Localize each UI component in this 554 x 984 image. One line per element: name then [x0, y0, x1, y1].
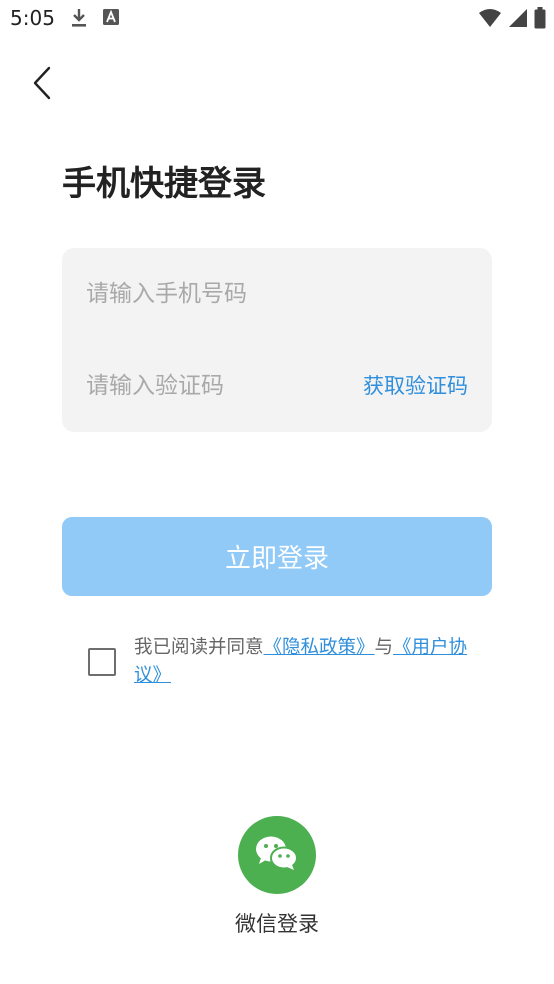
download-icon [70, 7, 88, 33]
back-button[interactable] [22, 62, 62, 108]
privacy-policy-link[interactable]: 《隐私政策》 [264, 637, 375, 658]
verification-code-input[interactable] [86, 363, 346, 409]
wechat-icon [254, 834, 300, 876]
agreement-prefix: 我已阅读并同意 [134, 637, 264, 658]
agreement-checkbox[interactable] [88, 648, 116, 676]
page-title: 手机快捷登录 [62, 164, 266, 204]
signal-icon [508, 8, 528, 32]
font-icon [102, 7, 120, 33]
wifi-icon [478, 8, 502, 32]
status-left-icons [70, 7, 120, 33]
battery-icon [534, 7, 546, 33]
agreement-connector: 与 [374, 637, 394, 658]
phone-input[interactable] [86, 271, 466, 317]
wechat-login-button[interactable] [238, 816, 316, 894]
get-code-button[interactable]: 获取验证码 [363, 363, 468, 409]
chevron-left-icon [31, 66, 53, 104]
login-form: 获取验证码 [62, 248, 492, 432]
status-right-icons [478, 7, 546, 33]
status-time: 5:05 [10, 6, 55, 30]
agreement-text: 我已阅读并同意《隐私政策》与《用户协议》 [134, 634, 479, 690]
login-button[interactable]: 立即登录 [62, 517, 492, 596]
wechat-login-label: 微信登录 [235, 912, 319, 936]
status-bar: 5:05 [0, 0, 554, 38]
